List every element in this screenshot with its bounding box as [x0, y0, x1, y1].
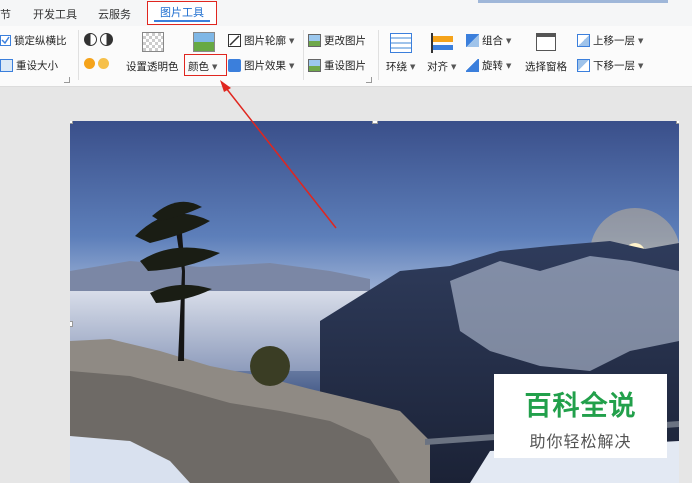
- watermark-box: 百科全说 助你轻松解决: [494, 374, 667, 458]
- watermark-title: 百科全说: [524, 391, 637, 422]
- watermark-subtitle: 助你轻松解决: [529, 432, 632, 451]
